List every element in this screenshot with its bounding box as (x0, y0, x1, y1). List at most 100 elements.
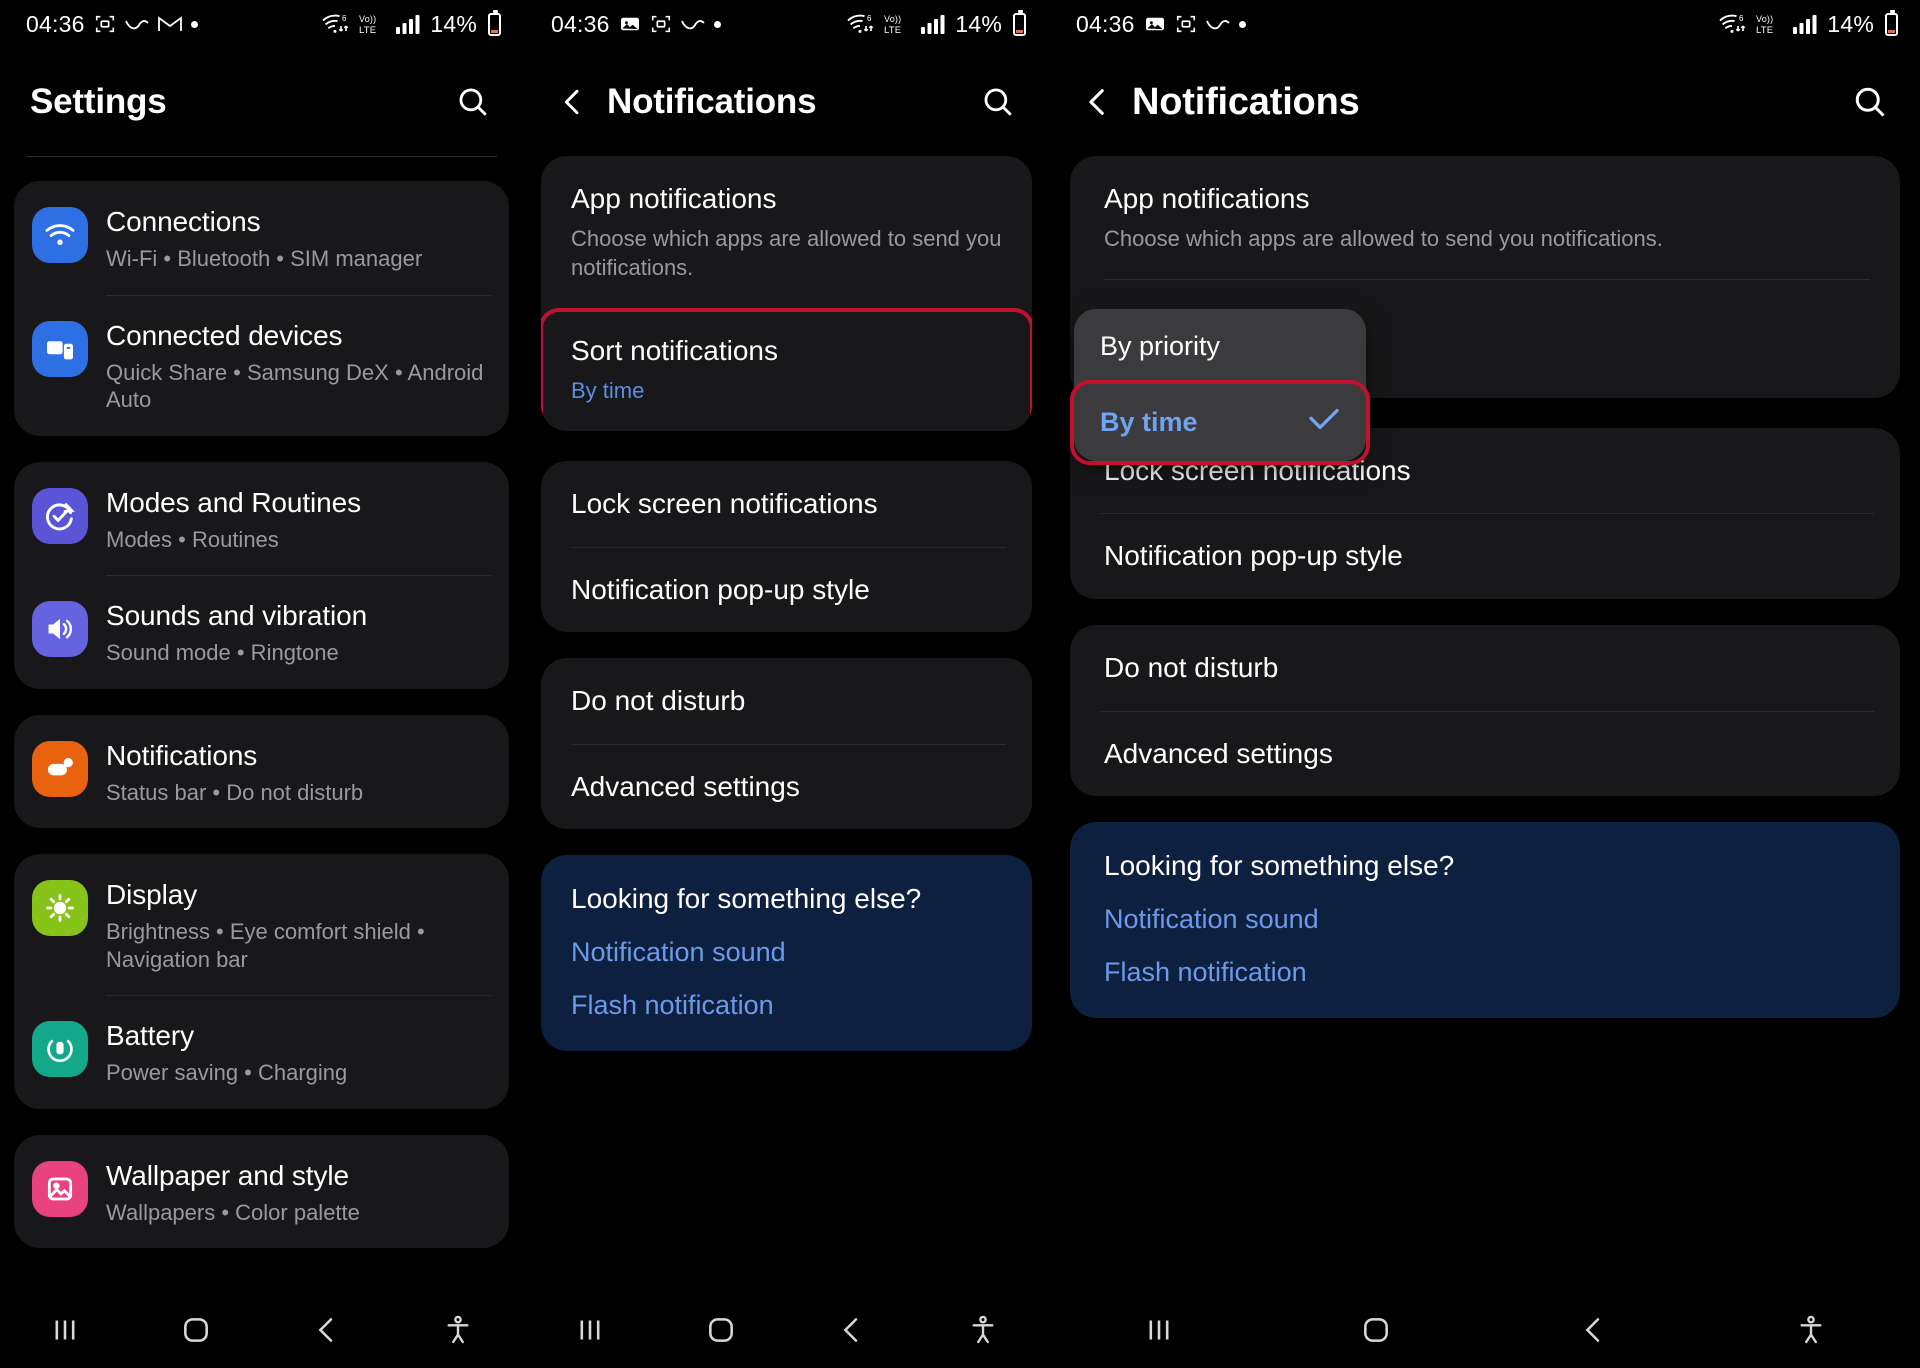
home-icon[interactable] (686, 1302, 756, 1358)
item-label: Advanced settings (1104, 737, 1333, 769)
search-icon[interactable] (1846, 78, 1894, 126)
list-item-app-notifications[interactable]: App notifications Choose which apps are … (541, 156, 1032, 308)
item-label: Lock screen notifications (571, 487, 878, 519)
notifications-list: App notifications Choose which apps are … (525, 156, 1048, 1052)
panel-settings: 04:36 6 Vo)) LTE 14% Settings Connection… (0, 0, 523, 1368)
battery-percent: 14% (430, 10, 477, 37)
battery-icon (1885, 9, 1898, 36)
settings-group: Display Brightness • Eye comfort shield … (14, 854, 509, 1109)
sidebar-item-sounds-and-vibration[interactable]: Sounds and vibration Sound mode • Ringto… (14, 575, 509, 689)
sidebar-item-wallpaper-and-style[interactable]: Wallpaper and style Wallpapers • Color p… (14, 1135, 509, 1249)
item-label: Do not disturb (1104, 652, 1279, 684)
accessibility-icon[interactable] (423, 1302, 493, 1358)
system-nav-bar (525, 1292, 1048, 1368)
list-item-app-notifications[interactable]: App notifications Choose which apps are … (1070, 156, 1900, 279)
item-label: Battery (106, 1020, 195, 1052)
search-icon[interactable] (974, 78, 1022, 126)
recents-icon[interactable] (30, 1302, 100, 1358)
list-item-notification-popup-style[interactable]: Notification pop-up style (541, 546, 1032, 633)
svg-text:Vo)): Vo)) (884, 14, 901, 24)
sidebar-item-modes-and-routines[interactable]: Modes and Routines Modes • Routines (14, 462, 509, 576)
sidebar-item-battery[interactable]: Battery Power saving • Charging (14, 995, 509, 1109)
settings-group-notifications: Notifications Status bar • Do not distur… (14, 714, 509, 829)
battery-settings-icon (32, 1021, 88, 1078)
item-sublabel: Brightness • Eye comfort shield • Naviga… (106, 919, 425, 972)
list-item-advanced-settings[interactable]: Advanced settings (541, 743, 1032, 830)
home-icon[interactable] (1341, 1302, 1411, 1358)
sort-notifications-dropdown: By priority By time (1070, 309, 1370, 465)
list-item-lock-screen-notifications[interactable]: Lock screen notifications (541, 461, 1032, 547)
item-sublabel: Choose which apps are allowed to send yo… (571, 225, 1002, 280)
status-time: 04:36 (551, 10, 610, 37)
wifi-icon (32, 207, 88, 263)
back-chevron-icon[interactable] (551, 80, 595, 124)
item-sublabel: Wi-Fi • Bluetooth • SIM manager (106, 246, 423, 272)
item-sublabel: Wallpapers • Color palette (106, 1199, 360, 1225)
card-title: Looking for something else? (1104, 850, 1455, 882)
list-item-notification-popup-style[interactable]: Notification pop-up style (1070, 513, 1900, 599)
looking-for-something-else-card: Looking for something else? Notification… (1070, 822, 1900, 1019)
item-sublabel: Status bar • Do not disturb (106, 779, 364, 805)
link-notification-sound[interactable]: Notification sound (1070, 882, 1900, 935)
sidebar-item-connected-devices[interactable]: Connected devices Quick Share • Samsung … (14, 294, 509, 436)
wifi-icon: 6 (846, 12, 876, 36)
recents-icon[interactable] (555, 1302, 625, 1358)
item-sublabel: Power saving • Charging (106, 1060, 348, 1086)
settings-list: Connections Wi-Fi • Bluetooth • SIM mana… (0, 181, 523, 1249)
svg-text:6: 6 (1739, 14, 1744, 23)
signal-icon (1792, 13, 1818, 35)
notifications-card-2: Lock screen notifications Notification p… (541, 460, 1032, 633)
back-chevron-icon[interactable] (1076, 80, 1120, 124)
item-label: App notifications (1104, 183, 1310, 214)
recents-icon[interactable] (1124, 1302, 1194, 1358)
link-flash-notification[interactable]: Flash notification (1070, 935, 1900, 1018)
svg-text:6: 6 (342, 14, 347, 23)
item-label: Advanced settings (571, 770, 800, 802)
link-flash-notification[interactable]: Flash notification (541, 968, 1032, 1051)
panel-notifications: 04:36 6 Vo)) LTE 14% Notifications App n… (523, 0, 1048, 1368)
item-sublabel: By time (571, 377, 645, 403)
dot-icon (1238, 20, 1246, 28)
list-item-do-not-disturb[interactable]: Do not disturb (541, 658, 1032, 744)
back-icon[interactable] (1559, 1302, 1629, 1358)
notifications-app-bar: Notifications (525, 48, 1048, 156)
sidebar-item-notifications[interactable]: Notifications Status bar • Do not distur… (14, 715, 509, 829)
link-notification-sound[interactable]: Notification sound (541, 915, 1032, 968)
sidebar-item-display[interactable]: Display Brightness • Eye comfort shield … (14, 854, 509, 995)
item-label: App notifications (571, 183, 777, 214)
svg-text:Vo)): Vo)) (1756, 14, 1773, 24)
menu-item-by-time[interactable]: By time (1070, 380, 1370, 465)
menu-item-label: By time (1100, 407, 1198, 437)
screenshot-icon (1175, 13, 1197, 35)
back-icon[interactable] (292, 1302, 362, 1358)
modes-icon (32, 487, 88, 544)
search-icon[interactable] (449, 78, 497, 126)
notifications-list: App notifications Choose which apps are … (1050, 156, 1920, 1019)
check-icon (1306, 406, 1342, 439)
list-item-do-not-disturb[interactable]: Do not disturb (1070, 625, 1900, 711)
card-title: Looking for something else? (571, 883, 922, 915)
svg-text:LTE: LTE (1756, 25, 1773, 36)
wifi-icon: 6 (1718, 12, 1748, 36)
gmail-icon (619, 15, 641, 33)
list-item-sort-notifications[interactable]: Sort notifications By time (541, 308, 1032, 431)
volte-icon: Vo)) LTE (1755, 12, 1785, 36)
item-sublabel: Quick Share • Samsung DeX • Android Auto (106, 359, 484, 413)
battery-icon (488, 9, 501, 36)
dot-icon (190, 20, 198, 28)
devices-icon (32, 320, 88, 377)
home-icon[interactable] (161, 1302, 231, 1358)
sidebar-item-connections[interactable]: Connections Wi-Fi • Bluetooth • SIM mana… (14, 181, 509, 295)
item-label: Wallpaper and style (106, 1159, 349, 1191)
item-label: Notification pop-up style (1104, 540, 1403, 572)
accessibility-icon[interactable] (1776, 1302, 1846, 1358)
gmail-icon (1144, 15, 1166, 33)
item-sublabel: Sound mode • Ringtone (106, 640, 339, 666)
back-icon[interactable] (817, 1302, 887, 1358)
menu-item-by-priority[interactable]: By priority (1074, 309, 1366, 384)
list-item-advanced-settings[interactable]: Advanced settings (1070, 710, 1900, 797)
item-label: Sounds and vibration (106, 600, 368, 632)
settings-group: Modes and Routines Modes • Routines Soun… (14, 461, 509, 689)
brightness-icon (32, 880, 88, 937)
accessibility-icon[interactable] (948, 1302, 1018, 1358)
